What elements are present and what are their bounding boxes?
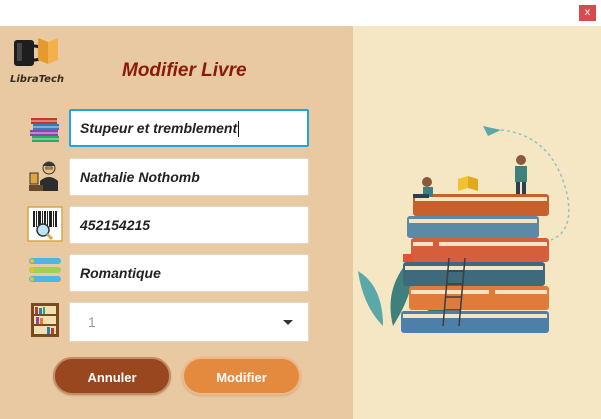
title-bar: x [0, 0, 601, 26]
author-input[interactable]: Nathalie Nothomb [69, 158, 309, 196]
bookshelf-icon [31, 303, 59, 337]
cancel-button[interactable]: Annuler [53, 357, 171, 395]
isbn-input-value: 452154215 [80, 217, 151, 233]
paper-plane-icon [483, 126, 501, 136]
author-reading-icon [29, 161, 58, 191]
close-button[interactable]: x [579, 5, 596, 21]
genre-input[interactable]: Romantique [69, 254, 309, 292]
page-title: Modifier Livre [122, 60, 247, 81]
shelf-select-value: 1 [88, 314, 96, 330]
shelf-select[interactable]: 1 [69, 302, 309, 342]
list-icon [29, 258, 61, 282]
modify-button[interactable]: Modifier [182, 357, 301, 395]
text-caret [238, 121, 240, 138]
isbn-input[interactable]: 452154215 [69, 206, 309, 244]
chevron-down-icon[interactable] [283, 320, 293, 325]
book-stack-icon [30, 118, 59, 142]
barcode-magnifier-icon [27, 206, 63, 242]
genre-input-value: Romantique [80, 265, 161, 281]
author-input-value: Nathalie Nothomb [80, 169, 200, 185]
books-reading-illustration [358, 126, 570, 333]
logo-text: LibraTech [10, 74, 64, 85]
title-input[interactable]: Stupeur et tremblement [69, 109, 309, 147]
title-input-value: Stupeur et tremblement [80, 120, 238, 136]
